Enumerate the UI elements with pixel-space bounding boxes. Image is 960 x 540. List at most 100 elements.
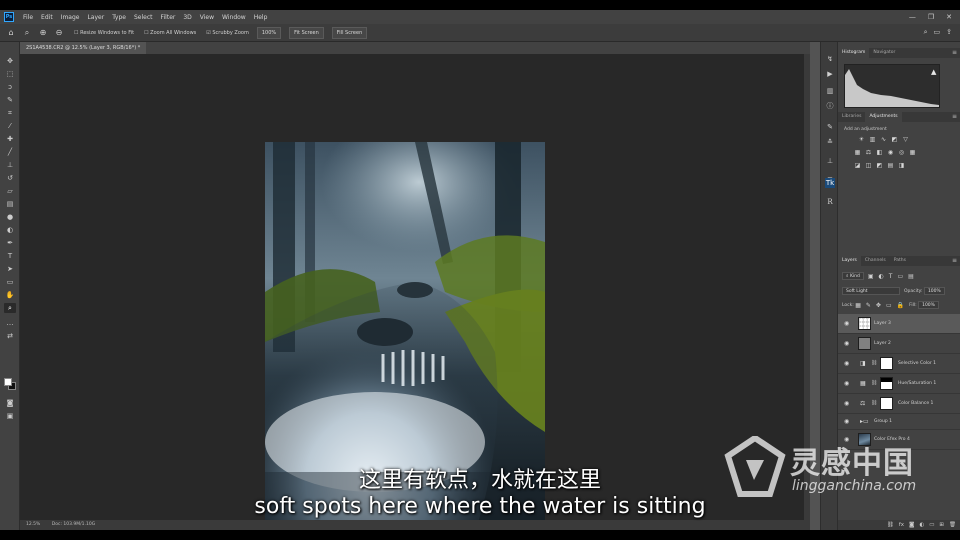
menu-image[interactable]: Image (57, 14, 84, 21)
visibility-eye-icon[interactable]: ◉ (844, 400, 851, 407)
new-adjustment-icon[interactable]: ◐ (919, 520, 924, 530)
actions-play-icon[interactable]: ▶ (825, 69, 835, 79)
move-tool-icon[interactable]: ✥ (4, 56, 16, 66)
selective-color-icon[interactable]: ◨ (898, 162, 905, 169)
filter-pixel-icon[interactable]: ▣ (868, 273, 874, 280)
new-layer-icon[interactable]: ⊞ (939, 520, 944, 530)
visibility-eye-icon[interactable]: ◉ (844, 340, 851, 347)
tab-histogram[interactable]: Histogram (838, 48, 870, 58)
path-select-tool-icon[interactable]: ➤ (4, 264, 16, 274)
lock-pixels-icon[interactable]: ✎ (866, 302, 871, 309)
delete-layer-icon[interactable]: 🗑 (949, 520, 956, 530)
brightness-contrast-icon[interactable]: ☀ (858, 136, 865, 143)
vibrance-icon[interactable]: ▽ (902, 136, 909, 143)
status-doc-info[interactable]: Doc: 103.9M/1.10G (52, 522, 95, 527)
more-tools-icon[interactable]: … (4, 318, 16, 328)
invert-icon[interactable]: ◪ (854, 162, 861, 169)
filter-type-icon[interactable]: T (889, 273, 893, 280)
layer-row-layer-3[interactable]: ◉ Layer 3 (838, 314, 960, 334)
type-tool-icon[interactable]: T (4, 251, 16, 261)
filter-adjustment-icon[interactable]: ◐ (879, 273, 884, 280)
mask-link-icon[interactable]: ⛓ (871, 400, 877, 406)
blur-tool-icon[interactable]: ● (4, 212, 16, 222)
tab-layers[interactable]: Layers (838, 256, 861, 266)
black-white-icon[interactable]: ◧ (876, 149, 883, 156)
menu-filter[interactable]: Filter (157, 14, 180, 21)
layer-style-icon[interactable]: fx (899, 520, 904, 530)
foreground-color-swatch[interactable] (4, 378, 12, 386)
eraser-tool-icon[interactable]: ▱ (4, 186, 16, 196)
fill-input[interactable]: 100% (918, 301, 939, 309)
plugin-r-icon[interactable]: R (825, 197, 835, 207)
history-brush-tool-icon[interactable]: ↺ (4, 173, 16, 183)
plugin-tk-icon[interactable]: Tk (825, 178, 835, 188)
visibility-eye-icon[interactable]: ◉ (844, 380, 851, 387)
eyedropper-tool-icon[interactable]: ⁄ (4, 121, 16, 131)
layer-row-selective-color[interactable]: ◉ ◨ ⛓ Selective Color 1 (838, 354, 960, 374)
close-icon[interactable]: ✕ (946, 13, 952, 21)
crop-tool-icon[interactable]: ⌗ (4, 108, 16, 118)
gradient-tool-icon[interactable]: ▤ (4, 199, 16, 209)
shape-tool-icon[interactable]: ▭ (4, 277, 16, 287)
color-balance-icon[interactable]: ⚖ (865, 149, 872, 156)
zoom-tool-icon[interactable]: ⌕ (22, 28, 32, 38)
curves-icon[interactable]: ∿ (880, 136, 887, 143)
lock-all-icon[interactable]: 🔒 (897, 302, 904, 309)
lasso-tool-icon[interactable]: ↄ (4, 82, 16, 92)
quick-mask-icon[interactable]: ◙ (4, 398, 16, 408)
layer-comps-icon[interactable]: ▥ (825, 86, 835, 96)
pen-tool-icon[interactable]: ✒ (4, 238, 16, 248)
hue-saturation-icon[interactable]: ▦ (854, 149, 861, 156)
clone-stamp-tool-icon[interactable]: ⊥ (4, 160, 16, 170)
blend-mode-select[interactable]: Soft Light (842, 287, 900, 295)
tab-paths[interactable]: Paths (890, 256, 910, 266)
screen-mode-icon[interactable]: ▣ (4, 411, 16, 421)
tab-navigator[interactable]: Navigator (869, 48, 899, 58)
brush-tool-icon[interactable]: ╱ (4, 147, 16, 157)
warning-icon[interactable]: ▲ (931, 68, 936, 76)
link-layers-icon[interactable]: ⛓ (887, 520, 894, 530)
home-icon[interactable]: ⌂ (6, 28, 16, 38)
threshold-icon[interactable]: ◩ (876, 162, 883, 169)
menu-layer[interactable]: Layer (83, 14, 108, 21)
brush-settings-icon[interactable]: ✎ (825, 122, 835, 132)
lock-transparency-icon[interactable]: ▦ (855, 302, 861, 309)
swap-colors-icon[interactable]: ⇄ (4, 331, 16, 341)
brushes-icon[interactable]: ≛ (825, 137, 835, 147)
minimize-icon[interactable]: — (909, 13, 916, 21)
new-group-icon[interactable]: ▭ (929, 520, 934, 530)
workspace-icon[interactable]: ▭ (934, 28, 941, 37)
layer-row-layer-2[interactable]: ◉ Layer 2 (838, 334, 960, 354)
menu-file[interactable]: File (19, 14, 37, 21)
dodge-tool-icon[interactable]: ◐ (4, 225, 16, 235)
posterize-icon[interactable]: ◫ (865, 162, 872, 169)
menu-view[interactable]: View (196, 14, 218, 21)
healing-brush-tool-icon[interactable]: ✚ (4, 134, 16, 144)
fit-screen-button[interactable]: Fit Screen (289, 26, 324, 39)
search-icon[interactable]: ⌕ (924, 28, 928, 37)
zoom-all-windows-option[interactable]: ☐ Zoom All Windows (144, 30, 196, 36)
channel-mixer-icon[interactable]: ◎ (898, 149, 905, 156)
scrubby-zoom-option[interactable]: ☑ Scrubby Zoom (206, 30, 249, 36)
visibility-eye-icon[interactable]: ◉ (844, 360, 851, 367)
hand-tool-icon[interactable]: ✋ (4, 290, 16, 300)
filter-shape-icon[interactable]: ▭ (897, 273, 903, 280)
add-mask-icon[interactable]: ◙ (909, 520, 914, 530)
marquee-tool-icon[interactable]: ⬚ (4, 69, 16, 79)
color-lookup-icon[interactable]: ▦ (909, 149, 916, 156)
photo-filter-icon[interactable]: ◉ (887, 149, 894, 156)
menu-help[interactable]: Help (250, 14, 272, 21)
levels-icon[interactable]: ▥ (869, 136, 876, 143)
mask-link-icon[interactable]: ⛓ (871, 360, 877, 366)
menu-3d[interactable]: 3D (179, 14, 195, 21)
menu-edit[interactable]: Edit (37, 14, 57, 21)
opacity-input[interactable]: 100% (923, 287, 945, 295)
zoom-in-icon[interactable]: ⊕ (38, 28, 48, 38)
layer-row-color-balance[interactable]: ◉ ⚖ ⛓ Color Balance 1 (838, 394, 960, 414)
panel-menu-icon[interactable]: ≡ (952, 256, 960, 266)
quick-select-tool-icon[interactable]: ✎ (4, 95, 16, 105)
resize-windows-option[interactable]: ☐ Resize Windows to Fit (74, 30, 134, 36)
lock-artboard-icon[interactable]: ▭ (886, 302, 892, 309)
info-icon[interactable]: ⓘ (825, 101, 835, 111)
menu-window[interactable]: Window (218, 14, 250, 21)
